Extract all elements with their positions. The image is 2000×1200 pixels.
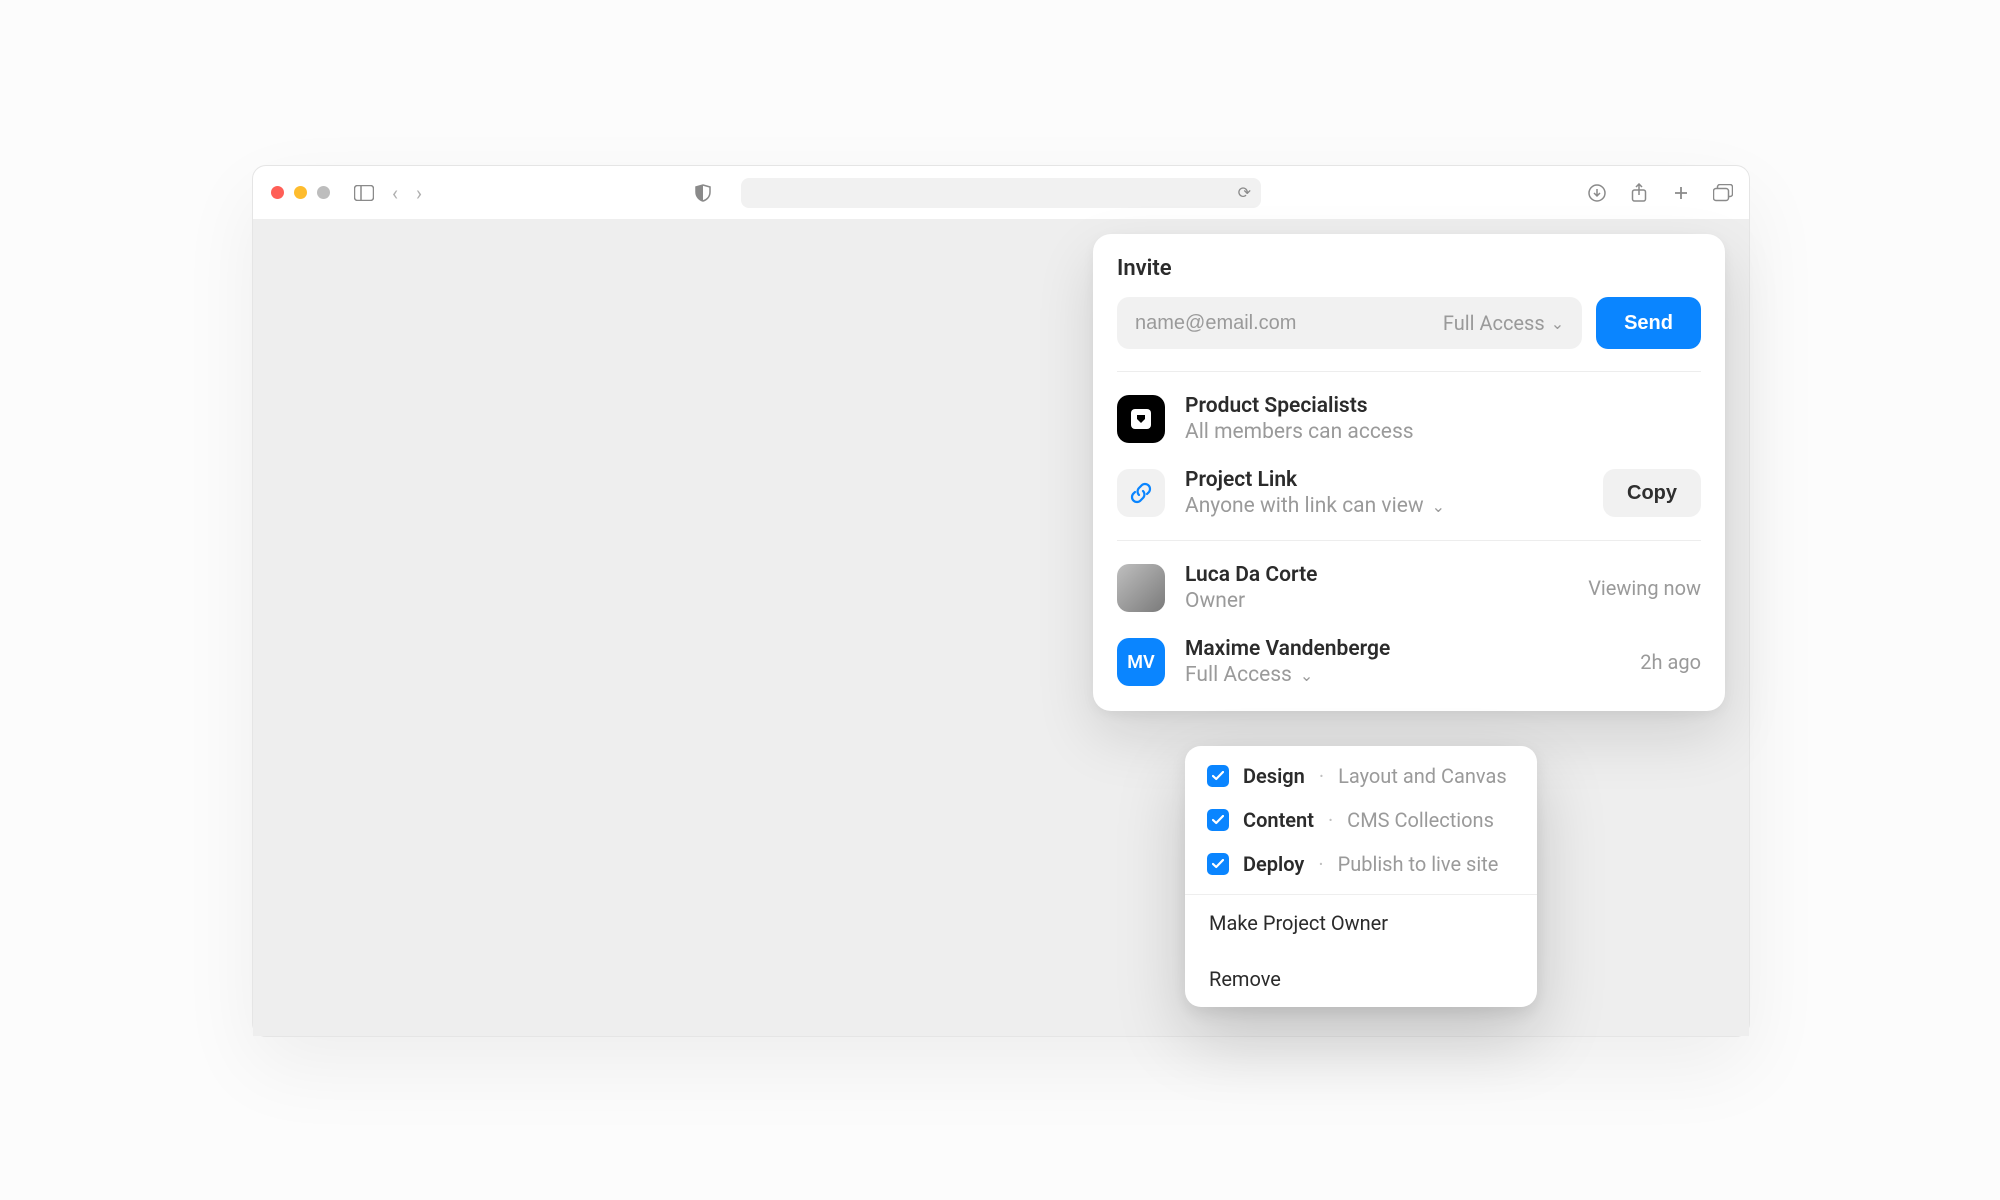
org-subtitle: All members can access: [1185, 420, 1701, 444]
invite-input-row: Full Access ⌄ Send: [1117, 297, 1701, 349]
checkbox-checked-icon: [1207, 853, 1229, 875]
separator: ·: [1328, 808, 1333, 832]
project-link-row: Project Link Anyone with link can view ⌄…: [1117, 468, 1701, 518]
zoom-window-dot[interactable]: [317, 186, 330, 199]
separator: ·: [1319, 764, 1324, 788]
titlebar: ‹ › ⟳: [253, 166, 1749, 220]
invite-access-label: Full Access: [1443, 311, 1545, 335]
make-owner-action[interactable]: Make Project Owner: [1185, 895, 1537, 951]
invite-email-input[interactable]: [1135, 312, 1443, 335]
separator: ·: [1318, 852, 1323, 876]
member-status: 2h ago: [1640, 650, 1701, 674]
nav-forward-icon[interactable]: ›: [416, 183, 422, 203]
member-row: Luca Da Corte Owner Viewing now: [1117, 563, 1701, 613]
divider: [1117, 371, 1701, 372]
permission-option-design[interactable]: Design · Layout and Canvas: [1185, 746, 1537, 798]
minimize-window-dot[interactable]: [294, 186, 307, 199]
address-bar[interactable]: ⟳: [741, 178, 1261, 208]
permission-description: Layout and Canvas: [1338, 764, 1507, 788]
privacy-shield-icon[interactable]: [693, 183, 713, 203]
remove-member-action[interactable]: Remove: [1185, 951, 1537, 1007]
copy-link-button[interactable]: Copy: [1603, 469, 1701, 517]
project-link-subtitle: Anyone with link can view: [1185, 494, 1424, 518]
close-window-dot[interactable]: [271, 186, 284, 199]
permission-label: Deploy: [1243, 852, 1304, 876]
link-icon: [1117, 469, 1165, 517]
member-avatar: [1117, 564, 1165, 612]
share-icon[interactable]: [1629, 183, 1649, 203]
org-logo: [1117, 395, 1165, 443]
invite-panel-title: Invite: [1117, 256, 1701, 281]
project-link-title: Project Link: [1185, 468, 1583, 492]
permission-label: Content: [1243, 808, 1314, 832]
window-controls: [271, 186, 330, 199]
invite-input-wrap: Full Access ⌄: [1117, 297, 1582, 349]
divider: [1117, 540, 1701, 541]
permissions-dropdown: Design · Layout and Canvas Content · CMS…: [1185, 746, 1537, 1007]
member-avatar: MV: [1117, 638, 1165, 686]
org-row: Product Specialists All members can acce…: [1117, 394, 1701, 444]
downloads-icon[interactable]: [1587, 183, 1607, 203]
member-role: Owner: [1185, 589, 1568, 613]
titlebar-right-group: [1587, 183, 1733, 203]
reload-icon[interactable]: ⟳: [1238, 183, 1251, 202]
browser-window: ‹ › ⟳ Invite: [252, 165, 1750, 1037]
permission-option-content[interactable]: Content · CMS Collections: [1185, 798, 1537, 842]
tabs-overview-icon[interactable]: [1713, 183, 1733, 203]
member-role-selector[interactable]: Full Access ⌄: [1185, 663, 1620, 687]
member-name: Maxime Vandenberge: [1185, 637, 1620, 661]
checkbox-checked-icon: [1207, 765, 1229, 787]
org-name: Product Specialists: [1185, 394, 1701, 418]
invite-panel: Invite Full Access ⌄ Send Product Specia…: [1093, 234, 1725, 711]
new-tab-icon[interactable]: [1671, 183, 1691, 203]
project-link-access-selector[interactable]: Anyone with link can view ⌄: [1185, 494, 1583, 518]
permission-option-deploy[interactable]: Deploy · Publish to live site: [1185, 842, 1537, 894]
permission-label: Design: [1243, 764, 1305, 788]
permission-description: CMS Collections: [1347, 808, 1494, 832]
titlebar-left-group: ‹ ›: [354, 183, 422, 203]
chevron-down-icon: ⌄: [1551, 314, 1564, 333]
permission-description: Publish to live site: [1338, 852, 1499, 876]
invite-access-selector[interactable]: Full Access ⌄: [1443, 311, 1564, 335]
chevron-down-icon: ⌄: [1300, 666, 1313, 685]
member-status: Viewing now: [1588, 576, 1701, 600]
member-name: Luca Da Corte: [1185, 563, 1568, 587]
chevron-down-icon: ⌄: [1432, 497, 1445, 516]
send-button[interactable]: Send: [1596, 297, 1701, 349]
nav-back-icon[interactable]: ‹: [392, 183, 398, 203]
member-row: MV Maxime Vandenberge Full Access ⌄ 2h a…: [1117, 637, 1701, 687]
member-role: Full Access: [1185, 663, 1292, 687]
checkbox-checked-icon: [1207, 809, 1229, 831]
sidebar-toggle-icon[interactable]: [354, 183, 374, 203]
